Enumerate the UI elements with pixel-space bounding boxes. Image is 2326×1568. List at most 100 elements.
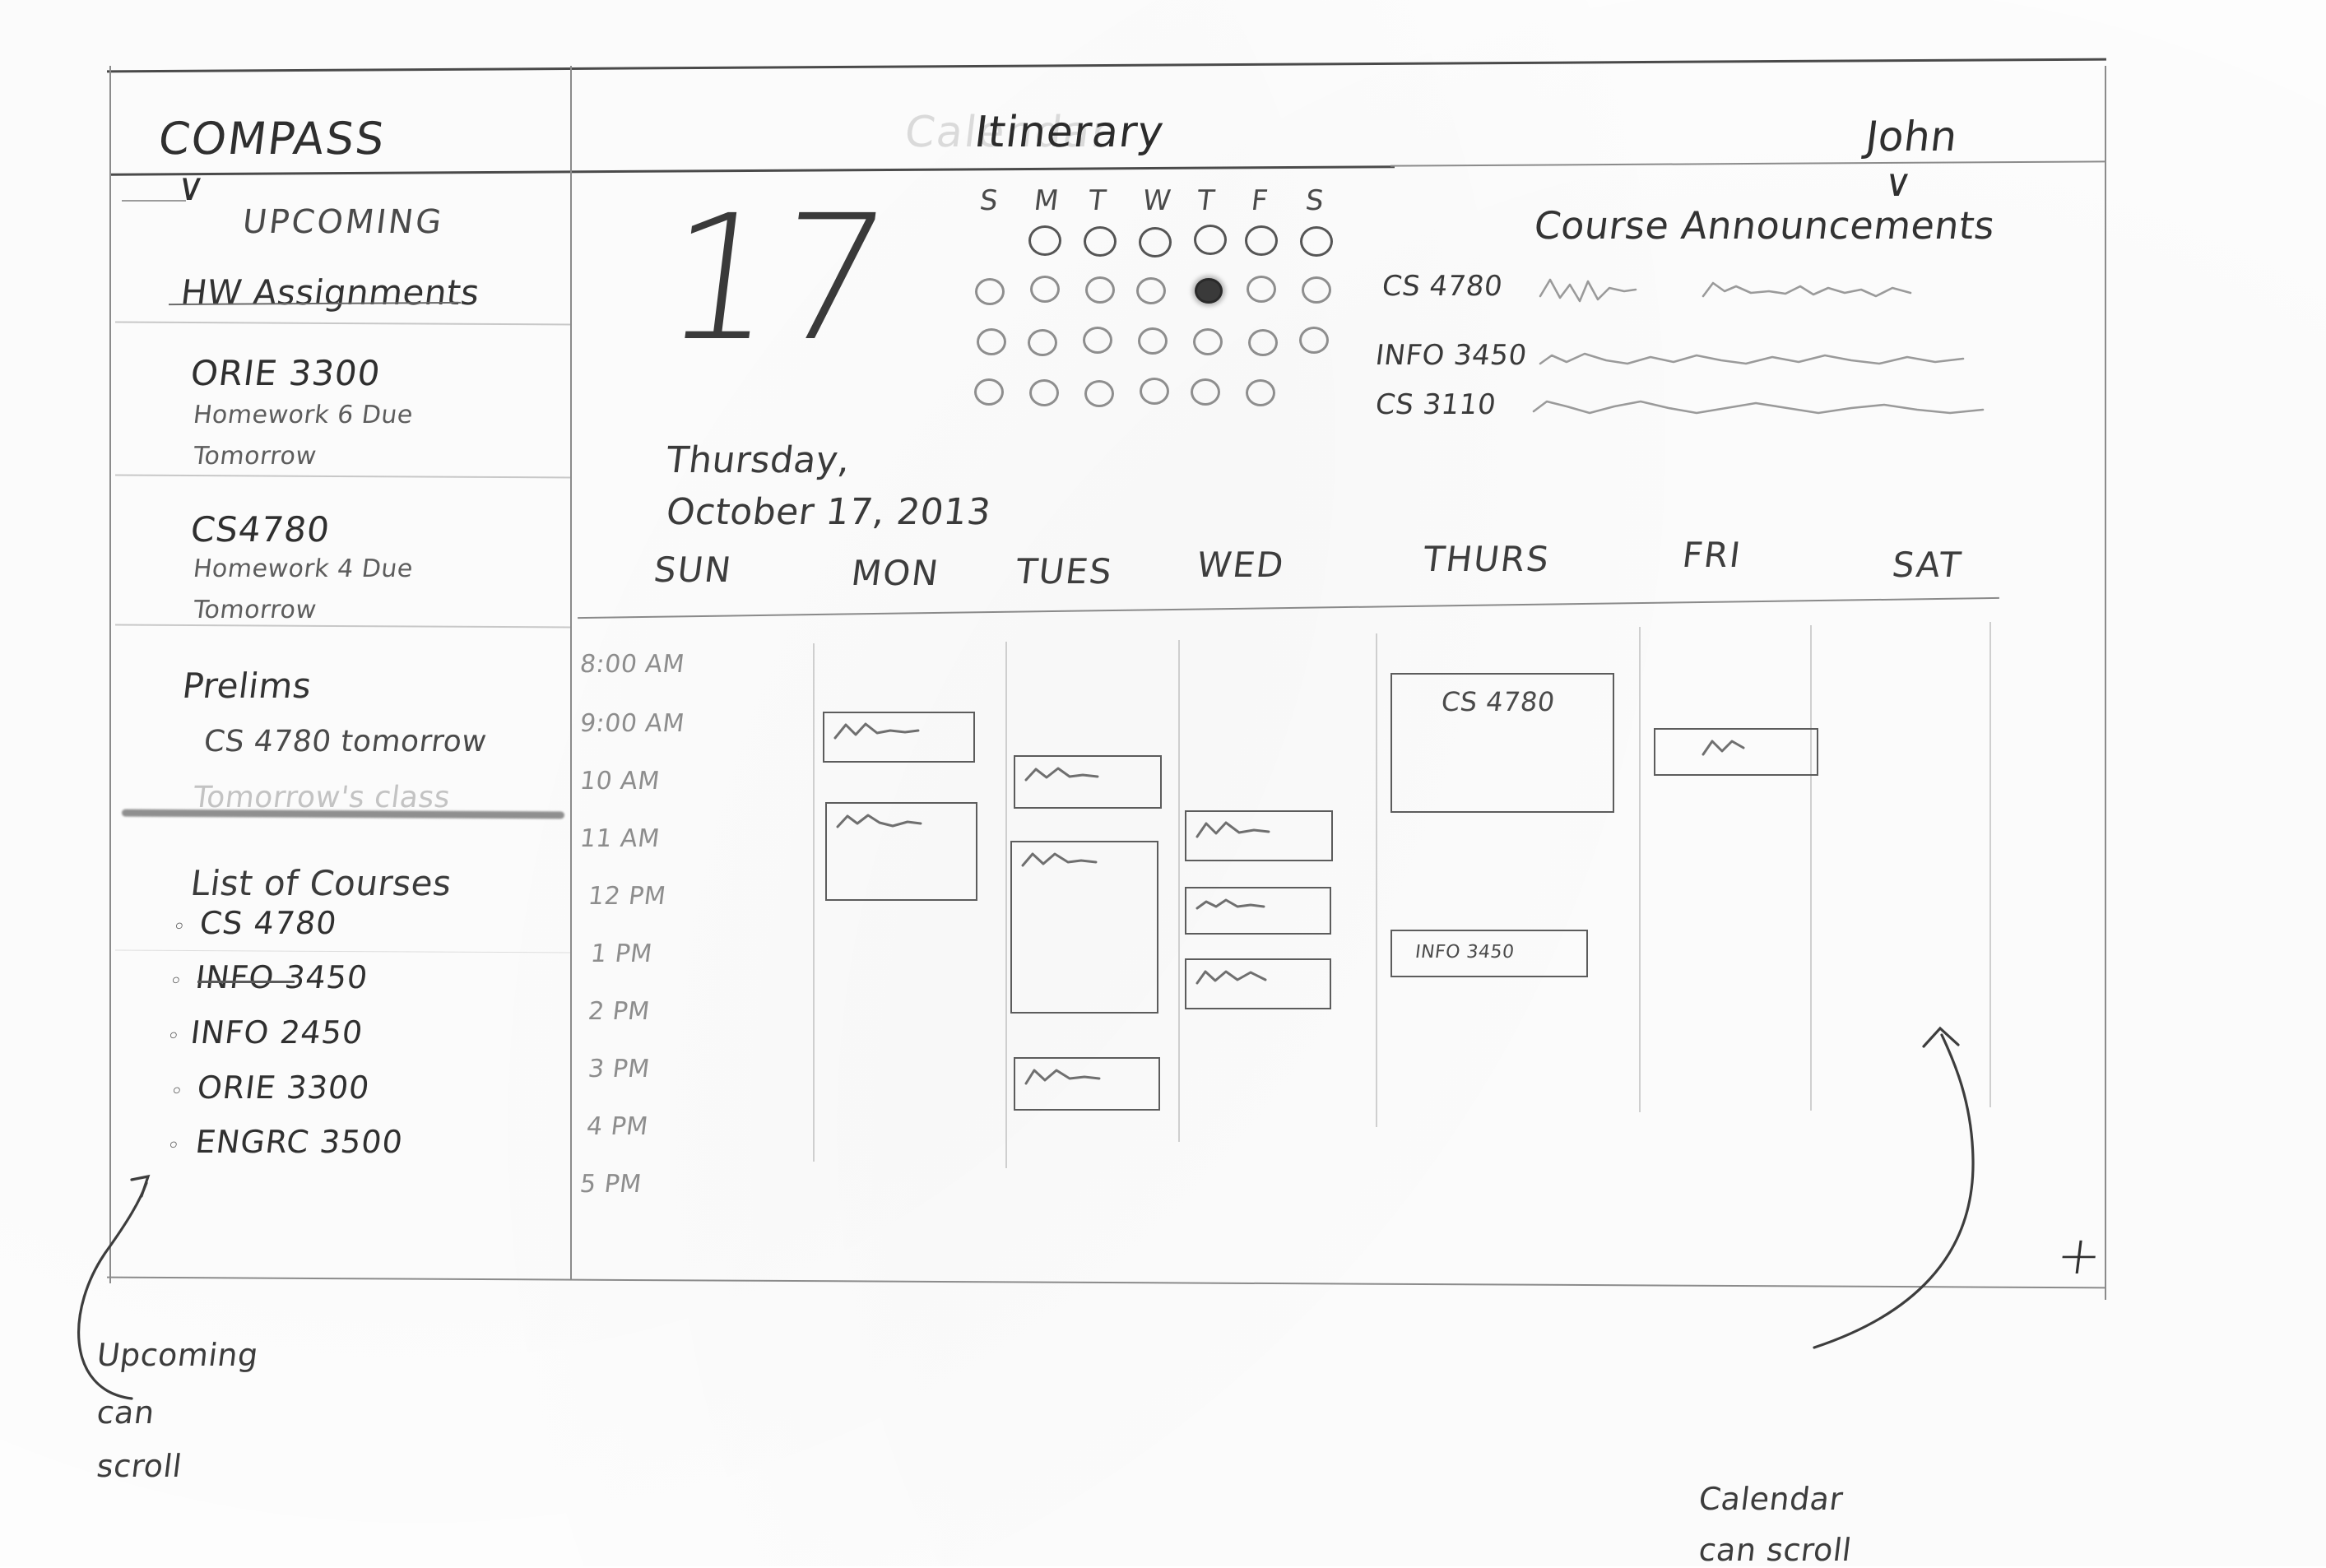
hw-detail-line-1: Homework 4 Due: [192, 554, 416, 583]
calendar-column-divider: [1178, 640, 1180, 1142]
mini-calendar-day[interactable]: [1028, 225, 1061, 256]
mini-calendar-day[interactable]: [1028, 329, 1057, 356]
prelim-text: CS 4780 tomorrow: [202, 725, 490, 758]
calendar-day-header: SAT: [1889, 545, 1965, 585]
mini-calendar-day[interactable]: [1083, 327, 1112, 354]
calendar-column-divider: [813, 643, 815, 1162]
mini-calendar-day-selected[interactable]: [1195, 278, 1223, 304]
calendar-event[interactable]: [1010, 841, 1158, 1014]
current-date-line-1: Thursday,: [664, 439, 853, 481]
mini-calendar-day[interactable]: [1191, 378, 1220, 406]
mini-calendar-day[interactable]: [974, 378, 1004, 406]
calendar-column-divider: [1376, 633, 1377, 1127]
event-placeholder-squiggle: [1195, 821, 1270, 838]
mini-calendar-day[interactable]: [977, 328, 1006, 355]
calendar-event[interactable]: [825, 802, 977, 901]
mini-calendar-day[interactable]: [1136, 277, 1166, 304]
calendar-event[interactable]: [1014, 1057, 1160, 1111]
mini-calendar-day[interactable]: [1084, 380, 1114, 407]
mini-calendar-dow-label: W: [1140, 184, 1175, 217]
calendar-day-header: TUES: [1013, 551, 1116, 591]
mini-calendar-dow-label: T: [1086, 184, 1110, 217]
sidebar-tick: [122, 200, 186, 202]
event-placeholder-squiggle: [1195, 898, 1265, 910]
calendar-event[interactable]: [1185, 810, 1333, 861]
annotation-upcoming-line-1: Upcoming: [95, 1337, 261, 1373]
mini-calendar-day[interactable]: [1194, 225, 1227, 255]
mini-calendar-day[interactable]: [1140, 378, 1169, 405]
sidebar-courses-heading: List of Courses: [188, 863, 454, 903]
mini-calendar-day[interactable]: [1138, 327, 1168, 355]
sidebar-prelims-heading: Prelims: [180, 666, 314, 706]
calendar-event[interactable]: [1185, 887, 1331, 935]
calendar-day-header: MON: [848, 553, 942, 593]
calendar-column-divider: [1005, 642, 1007, 1168]
mini-calendar-day[interactable]: [1300, 226, 1333, 257]
mini-calendar-dow-label: M: [1032, 184, 1062, 217]
calendar-time-label: 4 PM: [584, 1112, 650, 1141]
course-label: INFO 2450: [188, 1014, 365, 1051]
mini-calendar-day[interactable]: [1246, 379, 1275, 406]
calendar-event[interactable]: INFO 3450: [1390, 930, 1588, 977]
annotation-calendar-line-2: can scroll: [1697, 1532, 1854, 1568]
calendar-column-divider: [1639, 627, 1641, 1112]
mini-calendar-dow-label: S: [1303, 184, 1328, 217]
mini-calendar-day[interactable]: [1248, 329, 1278, 356]
calendar-scroll-arrow-icon: [1813, 1026, 1975, 1349]
calendar-event[interactable]: [1654, 728, 1818, 776]
mini-calendar-day[interactable]: [975, 278, 1005, 305]
upcoming-scroll-arrow-icon: [77, 1174, 151, 1400]
calendar-day-header: SUN: [651, 550, 735, 590]
event-placeholder-squiggle: [1021, 852, 1098, 867]
calendar-event[interactable]: CS 4780: [1390, 673, 1614, 813]
sidebar-section-label: UPCOMING: [240, 203, 447, 241]
calendar-time-label: 10 AM: [578, 767, 662, 796]
announcement-course: CS 4780: [1380, 270, 1505, 303]
event-placeholder-squiggle: [1195, 970, 1267, 985]
course-strikethrough: [197, 981, 295, 983]
calendar-time-label: 11 AM: [578, 824, 662, 853]
announcements-heading: Course Announcements: [1531, 203, 1998, 248]
mini-calendar-day[interactable]: [1193, 328, 1223, 355]
mini-calendar-dow-label: S: [977, 184, 1002, 217]
mini-calendar-day[interactable]: [1245, 225, 1278, 256]
event-placeholder-squiggle: [1024, 1069, 1101, 1085]
calendar-time-label: 9:00 AM: [578, 709, 686, 738]
current-date-line-2: October 17, 2013: [664, 491, 994, 533]
app-logo-label: COMPASS: [156, 113, 389, 165]
mini-calendar-day[interactable]: [1030, 276, 1060, 303]
calendar-time-label: 12 PM: [586, 882, 668, 911]
calendar-event[interactable]: [1014, 755, 1162, 809]
calendar-day-header: THURS: [1420, 539, 1553, 579]
big-day-number: 17: [654, 178, 900, 379]
frame-left-border: [109, 66, 111, 1283]
hw-detail-line-2: Tomorrow: [192, 596, 319, 624]
calendar-event[interactable]: [823, 712, 975, 763]
mini-calendar-day[interactable]: [1299, 327, 1329, 354]
announcement-course: CS 3110: [1373, 388, 1498, 421]
calendar-time-label: 5 PM: [578, 1170, 643, 1199]
event-label: CS 4780: [1439, 686, 1558, 717]
mini-calendar-dow-label: T: [1195, 184, 1219, 217]
course-label: INFO 3450: [193, 959, 370, 995]
mini-calendar-day[interactable]: [1085, 276, 1115, 304]
event-label: INFO 3450: [1414, 942, 1516, 963]
chevron-down-icon: ∨: [174, 165, 208, 209]
mini-calendar-day[interactable]: [1302, 276, 1331, 304]
user-menu-label: John: [1863, 113, 1961, 160]
event-placeholder-squiggle: [836, 814, 922, 828]
sidebar-divider: [570, 66, 572, 1279]
annotation-upcoming-line-3: scroll: [95, 1448, 184, 1484]
course-label: ORIE 3300: [195, 1069, 373, 1106]
mini-calendar-day[interactable]: [1029, 379, 1059, 406]
page-title: Itinerary: [967, 92, 1167, 157]
calendar-day-header: WED: [1194, 545, 1288, 585]
annotation-upcoming-line-2: can: [95, 1394, 157, 1431]
calendar-event[interactable]: [1185, 958, 1331, 1009]
mini-calendar-day[interactable]: [1084, 226, 1117, 257]
mini-calendar-day[interactable]: [1247, 276, 1276, 303]
calendar-time-label: 8:00 AM: [578, 650, 686, 679]
mini-calendar-day[interactable]: [1139, 227, 1172, 257]
calendar-time-label: 2 PM: [586, 997, 652, 1026]
calendar-time-label: 3 PM: [586, 1055, 652, 1083]
